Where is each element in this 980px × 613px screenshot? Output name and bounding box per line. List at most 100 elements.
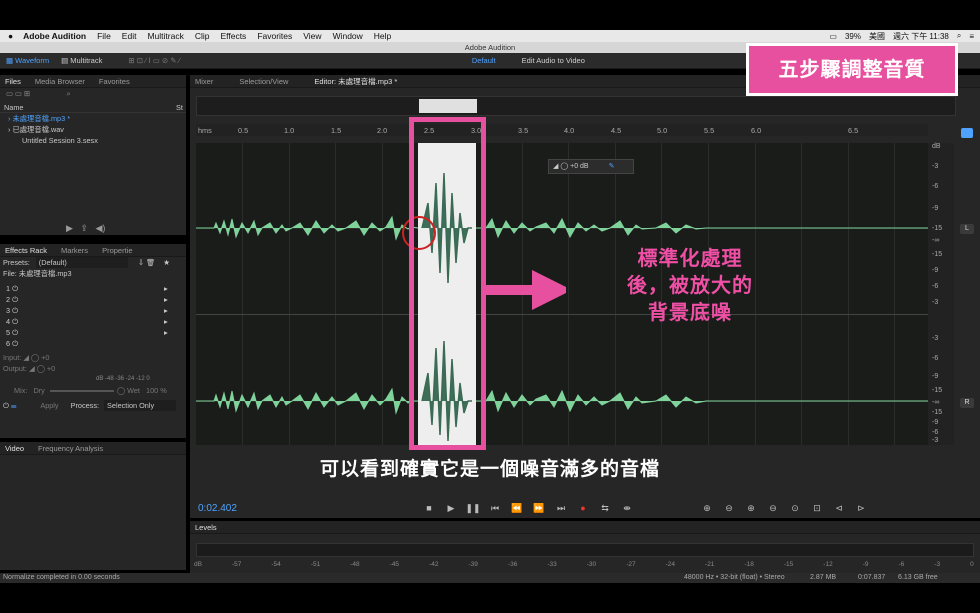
zoom-out-point-icon[interactable]: ⊳	[850, 503, 872, 514]
mix-slider[interactable]	[49, 390, 114, 393]
file-item[interactable]: › 未處理音檔.mp3 *	[0, 113, 186, 124]
tab-editor[interactable]: Editor: 未處理音檔.mp3 *	[314, 76, 397, 87]
overview-visible-range[interactable]	[419, 99, 477, 113]
hud-gain-control[interactable]: ◢ ◯ +0 dB ✎	[548, 159, 634, 174]
menu-view[interactable]: View	[303, 31, 321, 41]
tab-video[interactable]: Video	[5, 444, 24, 453]
loop-icon[interactable]: ⇆	[594, 503, 616, 514]
zoom-in-time-icon[interactable]: ⊕	[740, 503, 762, 514]
delete-preset-icon[interactable]: 🗑	[146, 258, 155, 267]
menu-edit[interactable]: Edit	[122, 31, 137, 41]
apply-row: ⏻ ☰ Apply Process: Selection Only	[0, 400, 186, 411]
input-source[interactable]: 美國	[869, 31, 885, 42]
pause-icon[interactable]: ❚❚	[462, 503, 484, 514]
channel-right-toggle[interactable]: R	[960, 398, 974, 408]
output-gain[interactable]: +0	[47, 364, 55, 373]
menu-clip[interactable]: Clip	[195, 31, 210, 41]
tab-mixer[interactable]: Mixer	[195, 77, 213, 86]
apply-button[interactable]: Apply	[40, 401, 58, 410]
files-preview-controls[interactable]: ▶ ⇪ ◀)	[66, 223, 105, 234]
channel-left-toggle[interactable]: L	[960, 224, 974, 234]
tab-properties[interactable]: Propertie	[102, 246, 132, 255]
tab-levels[interactable]: Levels	[195, 523, 217, 532]
menu-file[interactable]: File	[97, 31, 111, 41]
presets-select[interactable]: (Default)	[35, 257, 128, 268]
workspace-default[interactable]: Default	[466, 55, 502, 66]
meter-ticks: dB -48 -36 -24 -12 0	[96, 376, 150, 382]
skip-end-icon[interactable]: ⏭	[550, 503, 572, 514]
process-select[interactable]: Selection Only	[104, 400, 177, 411]
tab-media-browser[interactable]: Media Browser	[35, 77, 85, 86]
overview-strip[interactable]	[196, 96, 956, 116]
tab-favorites[interactable]: Favorites	[99, 77, 130, 86]
waveform-button[interactable]: ▦ Waveform	[0, 55, 55, 66]
zoom-selection-icon[interactable]: ⊡	[806, 503, 828, 514]
menu-help[interactable]: Help	[374, 31, 391, 41]
effect-slot[interactable]: 3 ⏻ ▸	[0, 305, 186, 316]
play-icon[interactable]: ▶	[440, 503, 462, 514]
file-item[interactable]: › 已處理音檔.wav	[0, 124, 186, 135]
record-icon[interactable]: ●	[572, 503, 594, 513]
col-status[interactable]: St	[176, 102, 183, 113]
search-icon[interactable]: ⌕	[957, 31, 961, 41]
letterbox-bottom	[0, 583, 980, 613]
time-ruler[interactable]: hms 0.5 1.0 1.5 2.0 2.5 3.0 3.5 4.0 4.5 …	[196, 124, 928, 136]
apple-icon[interactable]: ●	[8, 31, 13, 41]
skip-selection-icon[interactable]: ⇼	[616, 503, 638, 514]
effect-slot[interactable]: 5 ⏻ ▸	[0, 327, 186, 338]
status-message: Normalize completed in 0.00 seconds	[3, 574, 120, 581]
menu-app[interactable]: Adobe Audition	[23, 31, 86, 41]
tab-selection-view[interactable]: Selection/View	[239, 77, 288, 86]
menu-favorites[interactable]: Favorites	[257, 31, 292, 41]
file-item[interactable]: Untitled Session 3.sesx	[0, 135, 186, 146]
callout-text: 標準化處理 後，被放大的 背景底噪	[627, 246, 753, 324]
rack-list-icon[interactable]: ☰	[11, 401, 16, 410]
menu-list-icon[interactable]: ≡	[969, 32, 974, 41]
power-icon[interactable]: ⏻	[3, 401, 9, 410]
effect-slots: 1 ⏻ ▸ 2 ⏻ ▸ 3 ⏻ ▸ 4 ⏻ ▸ 5 ⏻ ▸ 6 ⏻	[0, 283, 186, 349]
stop-icon[interactable]: ■	[418, 503, 440, 513]
effect-slot[interactable]: 1 ⏻ ▸	[0, 283, 186, 294]
tool-icons[interactable]: ⊞ ⊡ ∕ Ⅰ ▭ ⊘ ✎ ∕	[122, 55, 186, 66]
status-format: 48000 Hz • 32-bit (float) • Stereo	[684, 574, 785, 581]
zoom-in-amplitude-icon[interactable]: ⊕	[696, 503, 718, 514]
zoom-out-amplitude-icon[interactable]: ⊖	[718, 503, 740, 514]
effect-slot[interactable]: 2 ⏻ ▸	[0, 294, 186, 305]
status-free: 6.13 GB free	[898, 574, 938, 581]
tab-files[interactable]: Files	[5, 77, 21, 86]
tab-markers[interactable]: Markers	[61, 246, 88, 255]
zoom-full-icon[interactable]: ⊙	[784, 503, 806, 514]
edit-audio-video[interactable]: Edit Audio to Video	[516, 55, 591, 66]
forward-icon[interactable]: ⏩	[528, 503, 550, 514]
lock-icon[interactable]	[961, 128, 973, 138]
favorite-star-icon[interactable]: ★	[163, 258, 170, 267]
timecode[interactable]: 0:02.402	[198, 503, 418, 514]
battery-icon[interactable]: ▭	[829, 32, 837, 41]
video-tabs: Video Frequency Analysis	[0, 442, 186, 455]
presets-row: Presets: (Default) ⇩ 🗑 ★	[3, 257, 170, 268]
save-preset-icon[interactable]: ⇩	[138, 258, 144, 267]
col-name[interactable]: Name	[4, 103, 23, 112]
zoom-in-point-icon[interactable]: ⊲	[828, 503, 850, 514]
multitrack-button[interactable]: ▤ Multitrack	[55, 55, 108, 66]
menu-window[interactable]: Window	[333, 31, 363, 41]
tab-effects-rack[interactable]: Effects Rack	[5, 246, 47, 255]
effects-rack-panel: Effects Rack Markers Propertie Presets: …	[0, 244, 186, 438]
clock[interactable]: 週六 下午 11:38	[893, 31, 949, 42]
menu-multitrack[interactable]: Multitrack	[147, 31, 183, 41]
effect-slot[interactable]: 4 ⏻ ▸	[0, 316, 186, 327]
amplitude-scale[interactable]: dB -3 -6 -9 -15 -∞ -15 -9 -6 -3 -3 -6 -9…	[928, 143, 954, 445]
tab-frequency-analysis[interactable]: Frequency Analysis	[38, 444, 103, 453]
input-gain[interactable]: +0	[41, 353, 49, 362]
zoom-out-time-icon[interactable]: ⊖	[762, 503, 784, 514]
status-duration: 0:07.837	[858, 574, 886, 581]
menu-effects[interactable]: Effects	[220, 31, 246, 41]
effect-slot[interactable]: 6 ⏻	[0, 338, 186, 349]
skip-start-icon[interactable]: ⏮	[484, 503, 506, 514]
files-tabs: Files Media Browser Favorites	[0, 75, 186, 88]
video-subtitle: 可以看到確實它是一個噪音滿多的音檔	[319, 458, 660, 480]
files-header: Name St	[0, 102, 186, 113]
mix-row: Mix: Dry ◯ Wet 100 %	[14, 386, 167, 395]
pin-icon: ✎	[608, 163, 615, 170]
rewind-icon[interactable]: ⏪	[506, 503, 528, 514]
